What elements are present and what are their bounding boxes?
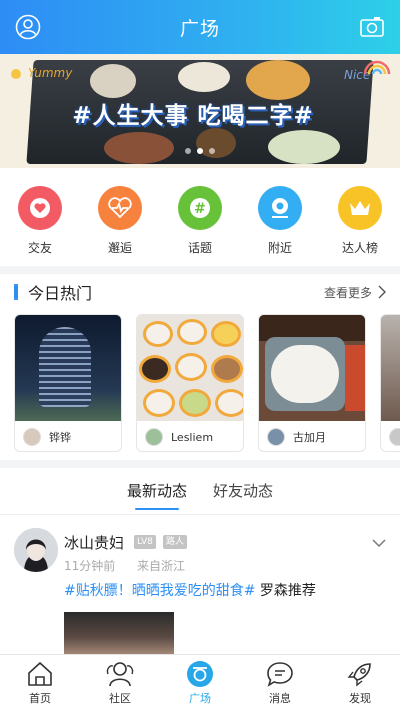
app-root: 广场 Yummy Nice #人生大事 吃喝二字# 交友 邂逅 # 话题 附近 … <box>0 0 400 711</box>
svg-text:#: # <box>194 201 206 217</box>
card-footer: 铧铧 <box>15 421 121 451</box>
bottom-nav: 首页 社区 广场 消息 发现 <box>0 654 400 711</box>
role-badge: 路人 <box>163 535 188 549</box>
food-image <box>90 64 136 98</box>
quick-link-nearby[interactable]: 附近 <box>245 176 315 262</box>
post-username[interactable]: 冰山贵妇 <box>64 532 124 553</box>
chevron-down-icon[interactable] <box>372 538 386 548</box>
avatar[interactable] <box>389 428 400 446</box>
tab-friends[interactable]: 好友动态 <box>213 470 273 514</box>
plaza-icon <box>185 659 215 689</box>
hot-cards-carousel[interactable]: 铧铧 Lesliem 古加月 <box>14 314 400 454</box>
cupcakes-photo <box>137 315 243 421</box>
quick-link-encounter[interactable]: 邂逅 <box>85 176 155 262</box>
banner-slogan: #人生大事 吃喝二字# <box>72 103 314 129</box>
card-footer: Lesliem <box>137 421 243 451</box>
nav-label: 广场 <box>189 692 211 705</box>
avatar[interactable] <box>145 428 163 446</box>
avatar[interactable] <box>14 528 58 572</box>
camera-button[interactable] <box>356 11 388 43</box>
avatar[interactable] <box>23 428 41 446</box>
quick-link-label: 附近 <box>267 241 292 255</box>
section-accent-bar <box>14 284 18 300</box>
nav-label: 社区 <box>109 692 131 705</box>
quick-link-label: 话题 <box>187 241 212 255</box>
promo-banner[interactable]: Yummy Nice #人生大事 吃喝二字# <box>0 54 400 168</box>
card-author: 古加月 <box>293 431 326 444</box>
nav-messages[interactable]: 消息 <box>240 655 320 711</box>
rocket-icon <box>345 659 375 689</box>
food-image <box>178 62 230 92</box>
partial-photo <box>381 315 400 421</box>
post-text: 罗森推荐 <box>255 583 316 599</box>
camera-icon <box>360 17 384 37</box>
carousel-dot[interactable] <box>209 148 215 154</box>
post-photo[interactable] <box>64 612 174 654</box>
post-content: #贴秋膘！晒晒我爱吃的甜食# 罗森推荐 <box>64 580 316 600</box>
nav-plaza[interactable]: 广场 <box>160 655 240 711</box>
top-bar: 广场 <box>0 0 400 54</box>
post-time: 11分钟前 <box>64 559 116 573</box>
avatar[interactable] <box>267 428 285 446</box>
hot-card[interactable] <box>380 314 400 452</box>
hot-card[interactable]: Lesliem <box>136 314 244 452</box>
hot-card[interactable]: 古加月 <box>258 314 366 452</box>
hashtag-icon: # <box>178 186 222 230</box>
feed-post[interactable]: 冰山贵妇 LV8 路人 11分钟前 来自浙江 #贴秋膘！晒晒我爱吃的甜食# 罗森… <box>0 522 400 654</box>
food-image <box>246 60 310 100</box>
quick-links: 交友 邂逅 # 话题 附近 达人榜 <box>0 176 400 262</box>
nav-label: 首页 <box>29 692 51 705</box>
page-title: 广场 <box>179 17 220 40</box>
post-location: 来自浙江 <box>137 559 186 573</box>
carousel-dots <box>0 148 400 154</box>
level-badge: LV8 <box>134 535 156 549</box>
quick-link-label: 邂逅 <box>107 241 132 255</box>
card-footer <box>381 421 400 451</box>
heartbeat-icon <box>98 186 142 230</box>
hot-section-title: 今日热门 <box>28 284 93 303</box>
see-more-link[interactable]: 查看更多 <box>324 284 372 301</box>
community-icon <box>105 659 135 689</box>
section-divider <box>0 460 400 468</box>
tab-latest[interactable]: 最新动态 <box>127 470 187 514</box>
nav-label: 发现 <box>349 692 371 705</box>
section-divider <box>0 266 400 274</box>
nav-community[interactable]: 社区 <box>80 655 160 711</box>
nav-home[interactable]: 首页 <box>0 655 80 711</box>
night-tower-photo <box>15 315 121 421</box>
nav-label: 消息 <box>269 692 291 705</box>
carousel-dot[interactable] <box>185 148 191 154</box>
quick-link-topics[interactable]: # 话题 <box>165 176 235 262</box>
location-icon <box>258 186 302 230</box>
home-icon <box>25 659 55 689</box>
quick-link-label: 达人榜 <box>341 241 378 255</box>
carousel-dot-active[interactable] <box>197 148 203 154</box>
sun-icon <box>11 69 21 79</box>
crown-icon <box>338 186 382 230</box>
heart-icon <box>18 186 62 230</box>
nav-discover[interactable]: 发现 <box>320 655 400 711</box>
hot-card[interactable]: 铧铧 <box>14 314 122 452</box>
hot-section-header: 今日热门 查看更多 <box>0 276 400 308</box>
feed-tabs: 最新动态 好友动态 <box>0 470 400 514</box>
rainbow-icon <box>363 60 391 75</box>
rice-lunchbox-photo <box>259 315 365 421</box>
card-author: Lesliem <box>171 430 214 444</box>
profile-button[interactable] <box>12 11 44 43</box>
food-image <box>268 130 340 164</box>
quick-link-label: 交友 <box>27 241 52 255</box>
profile-icon <box>15 14 41 40</box>
card-author: 铧铧 <box>49 431 71 444</box>
banner-doodle-left: Yummy <box>28 66 73 80</box>
quick-link-leaderboard[interactable]: 达人榜 <box>325 176 395 262</box>
tab-divider <box>0 514 400 515</box>
card-footer: 古加月 <box>259 421 365 451</box>
quick-link-make-friends[interactable]: 交友 <box>5 176 75 262</box>
post-topic-link[interactable]: #贴秋膘！晒晒我爱吃的甜食# <box>64 583 255 599</box>
chevron-right-icon[interactable] <box>378 285 386 299</box>
message-icon <box>265 659 295 689</box>
